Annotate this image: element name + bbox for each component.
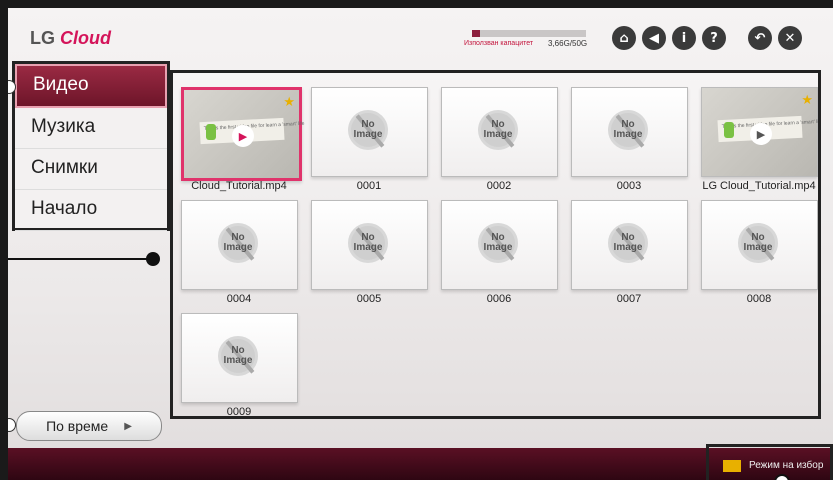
menu-item-photos[interactable]: Снимки [15,149,167,190]
toolbar-icons: ⌂ ◀ i ? ↶ ✕ [612,26,802,50]
video-thumbnail: This is the first video file for learn a… [184,90,305,178]
play-icon: ▶ [232,125,254,147]
menu-item-video[interactable]: Видео [15,64,167,108]
no-image-icon: No Image [738,223,778,263]
media-caption: 0002 [486,180,512,192]
media-tile[interactable]: No Image [571,200,688,290]
no-image-text: No Image [483,232,513,253]
media-tile[interactable]: No Image [441,87,558,177]
storage-bar [472,30,586,37]
no-image-text: No Image [223,232,253,253]
sort-label: По време [46,418,109,434]
media-caption: Cloud_Tutorial.mp4 [191,180,287,192]
media-tile[interactable]: No Image [701,200,818,290]
no-image-icon: No Image [608,223,648,263]
select-mode-label: Режим на избор [749,460,824,471]
thumbnail-card-text: This is the first video file for learn a… [721,118,821,130]
media-tile[interactable]: No Image [571,87,688,177]
callout-marker [8,418,16,432]
callout-dot [146,252,160,266]
no-image-icon: No Image [478,110,518,150]
media-caption: 0008 [746,293,772,305]
media-caption: 0001 [356,180,382,192]
no-image-text: No Image [223,345,253,366]
media-tile[interactable]: This is the first video file for learn a… [181,87,305,181]
callout-line [8,258,152,260]
thumbnail-card-text: This is the first video file for learn a… [203,120,305,132]
no-image-text: No Image [613,119,643,140]
media-tile[interactable]: No Image [441,200,558,290]
media-caption: LG Cloud_Tutorial.mp4 [702,180,816,192]
lg-cloud-screen: LG Cloud Използван капацитет 3,66G/50G ⌂… [8,8,833,480]
no-image-text: No Image [483,119,513,140]
media-caption: 0006 [486,293,512,305]
menu-item-home[interactable]: Начало [15,190,167,231]
back-arrow-icon[interactable]: ◀ [642,26,666,50]
media-caption: 0005 [356,293,382,305]
no-image-icon: No Image [348,223,388,263]
play-arrow-icon: ▶ [124,420,132,432]
star-icon: ★ [801,92,813,107]
sort-button[interactable]: По време ▶ [16,411,162,441]
no-image-icon: No Image [218,336,258,376]
android-robot-icon [206,124,216,140]
media-tile[interactable]: No Image [311,87,428,177]
return-icon[interactable]: ↶ [748,26,772,50]
media-tile[interactable]: No Image [181,200,298,290]
no-image-icon: No Image [478,223,518,263]
android-robot-icon [724,122,734,138]
no-image-text: No Image [353,119,383,140]
media-caption: 0003 [616,180,642,192]
content-grid: This is the first video file for learn a… [170,70,821,419]
home-icon[interactable]: ⌂ [612,26,636,50]
no-image-icon: No Image [348,110,388,150]
yellow-key-icon [723,459,741,472]
star-icon: ★ [283,94,295,109]
no-image-text: No Image [613,232,643,253]
help-icon[interactable]: ? [702,26,726,50]
media-tile[interactable]: No Image [181,313,298,403]
storage-bar-fill [472,30,481,37]
close-icon[interactable]: ✕ [778,26,802,50]
no-image-text: No Image [743,232,773,253]
category-menu: Видео Музика Снимки Начало [12,61,170,231]
no-image-text: No Image [353,232,383,253]
video-thumbnail: This is the first video file for learn a… [702,88,818,176]
media-tile[interactable]: No Image [311,200,428,290]
no-image-icon: No Image [218,223,258,263]
media-tile[interactable]: This is the first video file for learn a… [701,87,818,177]
select-mode-button[interactable]: Режим на избор [706,444,833,480]
storage-value: 3,66G/50G [548,39,588,48]
media-caption: 0007 [616,293,642,305]
menu-item-music[interactable]: Музика [15,108,167,149]
media-caption: 0009 [226,406,252,418]
media-caption: 0004 [226,293,252,305]
storage-indicator: Използван капацитет 3,66G/50G [464,26,604,66]
storage-label: Използван капацитет [464,40,534,47]
info-icon[interactable]: i [672,26,696,50]
no-image-icon: No Image [608,110,648,150]
lg-cloud-logo: LG Cloud [30,28,111,48]
play-icon: ▶ [750,123,772,145]
